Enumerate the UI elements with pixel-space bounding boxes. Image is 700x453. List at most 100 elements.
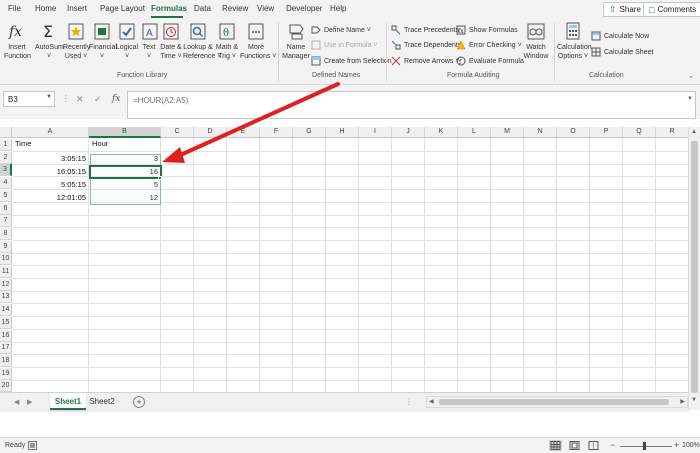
- row-header-2[interactable]: 2: [0, 151, 12, 164]
- text-functions-button[interactable]: A Text ˅: [139, 21, 159, 61]
- comments-button[interactable]: □ Comments: [643, 2, 700, 17]
- cell-a4[interactable]: 5:05:15: [12, 179, 89, 191]
- expand-formula-bar-icon[interactable]: ▼: [687, 96, 693, 102]
- tab-file[interactable]: File: [8, 4, 21, 13]
- horizontal-scrollbar[interactable]: ◀ ▶: [426, 396, 688, 408]
- tab-developer[interactable]: Developer: [286, 4, 322, 13]
- row-header-15[interactable]: 15: [0, 316, 12, 329]
- cell-b5[interactable]: 12: [89, 192, 161, 204]
- row-header-1[interactable]: 1: [0, 139, 12, 151]
- evaluate-formula-button[interactable]: f Evaluate Formula: [456, 56, 524, 66]
- watch-window-button[interactable]: Watch Window: [522, 21, 550, 61]
- formula-input[interactable]: =HOUR(A2:A5): [127, 91, 696, 119]
- row-header-19[interactable]: 19: [0, 367, 12, 380]
- calculate-now-button[interactable]: Calculate Now: [591, 31, 649, 41]
- enter-check-icon[interactable]: ✓: [94, 94, 102, 105]
- row-header-5[interactable]: 5: [0, 189, 12, 202]
- zoom-slider[interactable]: [620, 446, 672, 447]
- autosum-button[interactable]: Σ AutoSum ˅: [35, 21, 64, 61]
- date-time-button[interactable]: Date & Time ˅: [159, 21, 183, 61]
- tab-formulas[interactable]: Formulas: [151, 4, 187, 13]
- error-checking-button[interactable]: Error Checking ˅: [456, 40, 522, 50]
- column-header-l[interactable]: L: [458, 127, 491, 138]
- scroll-up-icon[interactable]: ▲: [691, 129, 697, 135]
- cell-a5[interactable]: 12:01:05: [12, 192, 89, 204]
- scroll-right-icon[interactable]: ▶: [680, 398, 685, 405]
- trace-precedents-button[interactable]: Trace Precedents: [391, 25, 459, 35]
- name-manager-button[interactable]: Name Manager: [282, 21, 310, 61]
- cell-b2[interactable]: 3: [89, 153, 161, 165]
- fill-handle[interactable]: [158, 176, 162, 180]
- macro-record-icon[interactable]: [28, 441, 37, 450]
- cell-a3[interactable]: 16:05:15: [12, 166, 89, 178]
- show-formulas-button[interactable]: fx Show Formulas: [456, 25, 518, 35]
- financial-button[interactable]: Financial ˅: [89, 21, 117, 61]
- column-header-o[interactable]: O: [557, 127, 590, 138]
- column-header-g[interactable]: G: [293, 127, 326, 138]
- zoom-level[interactable]: 100%: [682, 442, 700, 449]
- column-header-k[interactable]: K: [425, 127, 458, 138]
- insert-function-button[interactable]: fx Insert Function: [4, 21, 31, 61]
- cell-b4[interactable]: 5: [89, 179, 161, 191]
- share-button[interactable]: ⇧ Share: [603, 2, 647, 17]
- column-header-a[interactable]: A: [12, 127, 89, 138]
- row-header-17[interactable]: 17: [0, 342, 12, 355]
- cell-b1[interactable]: Hour: [89, 138, 161, 150]
- more-functions-button[interactable]: More Functions ˅: [240, 21, 276, 61]
- sheet-tab-sheet2[interactable]: Sheet2: [86, 393, 118, 410]
- column-header-j[interactable]: J: [392, 127, 425, 138]
- tab-home[interactable]: Home: [35, 4, 56, 13]
- tab-page-layout[interactable]: Page Layout: [100, 4, 145, 13]
- column-header-q[interactable]: Q: [623, 127, 656, 138]
- row-header-18[interactable]: 18: [0, 354, 12, 367]
- tab-data[interactable]: Data: [194, 4, 211, 13]
- row-header-6[interactable]: 6: [0, 202, 12, 215]
- scroll-down-icon[interactable]: ▼: [691, 397, 697, 403]
- row-header-10[interactable]: 10: [0, 253, 12, 266]
- zoom-in-icon[interactable]: +: [674, 440, 679, 450]
- column-header-n[interactable]: N: [524, 127, 557, 138]
- logical-button[interactable]: Logical ˅: [115, 21, 139, 61]
- zoom-out-icon[interactable]: −: [610, 440, 615, 450]
- page-layout-view-icon[interactable]: [568, 440, 581, 451]
- tab-view[interactable]: View: [257, 4, 274, 13]
- create-from-selection-button[interactable]: Create from Selection: [311, 56, 392, 66]
- row-header-12[interactable]: 12: [0, 278, 12, 291]
- column-header-d[interactable]: D: [194, 127, 227, 138]
- normal-view-icon[interactable]: [549, 440, 562, 451]
- select-all-corner[interactable]: [0, 127, 12, 138]
- horizontal-scroll-thumb[interactable]: [439, 399, 669, 405]
- row-header-3[interactable]: 3: [0, 164, 12, 177]
- column-header-f[interactable]: F: [260, 127, 293, 138]
- worksheet-grid[interactable]: ABCDEFGHIJKLMNOPQR 1 2 3 4 5 6 7 8 9 10 11 12 13 14 15…: [0, 127, 688, 392]
- page-break-view-icon[interactable]: [587, 440, 600, 451]
- column-header-b[interactable]: B: [89, 127, 161, 138]
- collapse-ribbon-icon[interactable]: ⌃: [688, 75, 694, 83]
- next-sheet-icon[interactable]: ▶: [27, 398, 32, 406]
- remove-arrows-button[interactable]: Remove Arrows ˅: [391, 56, 459, 66]
- sheet-tab-sheet1[interactable]: Sheet1: [50, 393, 86, 410]
- row-header-7[interactable]: 7: [0, 215, 12, 228]
- tab-split-handle[interactable]: ⋮: [405, 397, 413, 406]
- trace-dependents-button[interactable]: Trace Dependents: [391, 40, 461, 50]
- row-header-14[interactable]: 14: [0, 304, 12, 317]
- zoom-slider-thumb[interactable]: [643, 442, 646, 450]
- math-trig-button[interactable]: θ Math & Trig ˅: [215, 21, 239, 61]
- column-header-m[interactable]: M: [491, 127, 524, 138]
- recently-used-button[interactable]: Recently Used ˅: [63, 21, 90, 61]
- cell-a1[interactable]: Time: [12, 138, 89, 150]
- column-header-h[interactable]: H: [326, 127, 359, 138]
- column-header-i[interactable]: I: [359, 127, 392, 138]
- row-header-9[interactable]: 9: [0, 240, 12, 253]
- row-header-20[interactable]: 20: [0, 380, 12, 392]
- row-header-11[interactable]: 11: [0, 266, 12, 278]
- tab-review[interactable]: Review: [222, 4, 248, 13]
- column-header-e[interactable]: E: [227, 127, 260, 138]
- row-header-16[interactable]: 16: [0, 329, 12, 342]
- tab-help[interactable]: Help: [330, 4, 346, 13]
- add-sheet-button[interactable]: +: [133, 396, 145, 408]
- cell-a2[interactable]: 3:05:15: [12, 153, 89, 165]
- define-name-button[interactable]: Define Name ˅: [311, 25, 371, 35]
- column-header-r[interactable]: R: [656, 127, 688, 138]
- cell-b3[interactable]: 16: [89, 166, 161, 178]
